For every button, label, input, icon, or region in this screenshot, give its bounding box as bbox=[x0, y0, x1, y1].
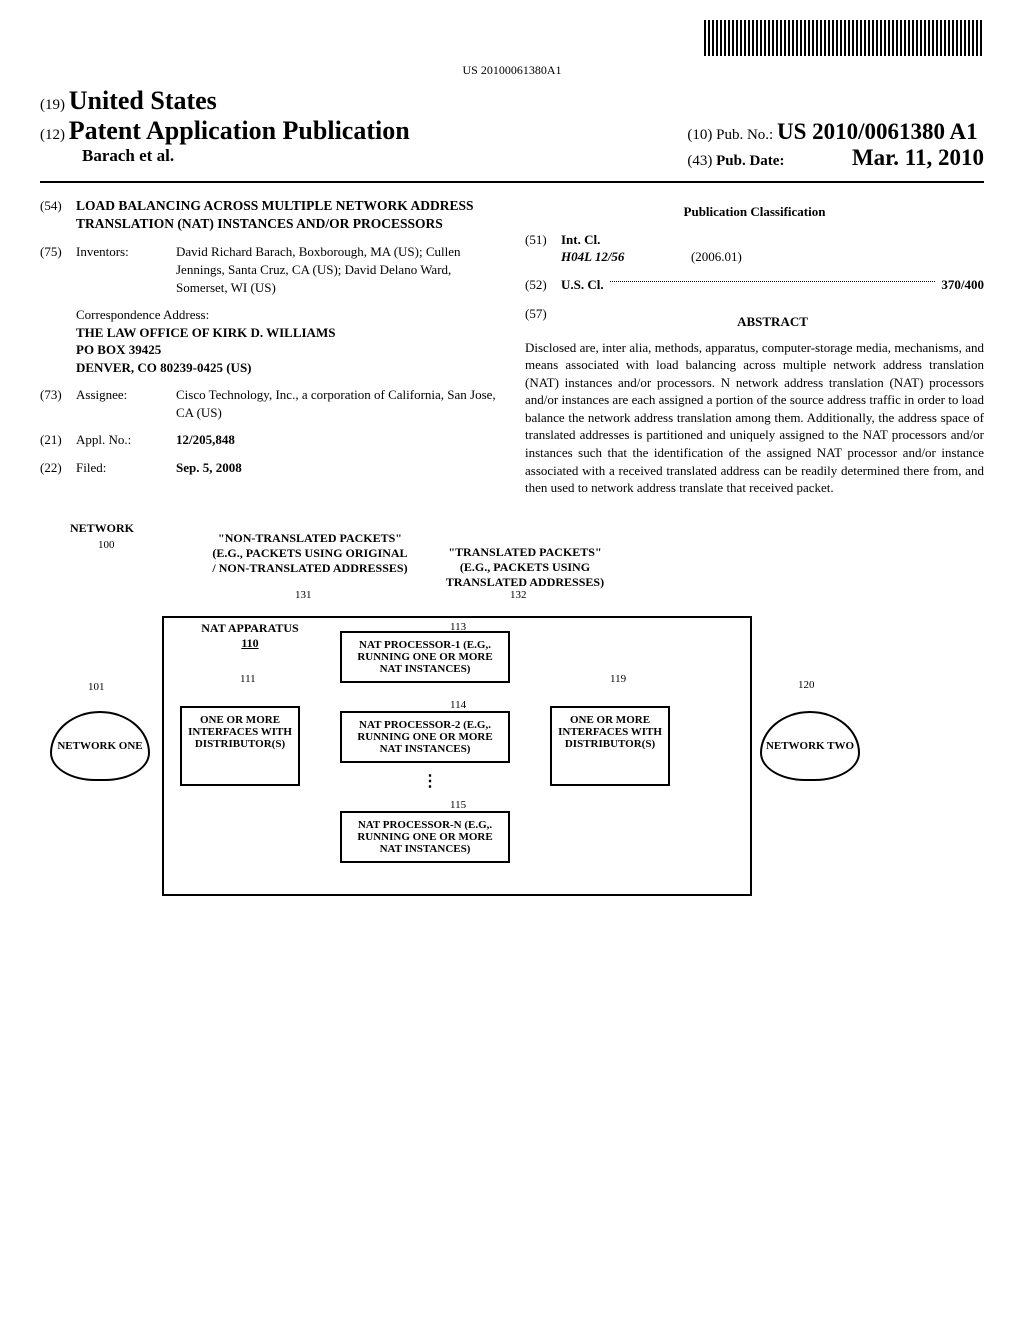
assignee-label: Assignee: bbox=[76, 386, 176, 421]
ref-115: 115 bbox=[450, 799, 466, 811]
nat-apparatus-label: NAT APPARATUS 110 bbox=[200, 621, 300, 651]
intcl-code: (51) bbox=[525, 231, 561, 266]
authors: Barach et al. bbox=[40, 146, 410, 166]
country-code: (19) bbox=[40, 97, 65, 113]
inventors: David Richard Barach, Boxborough, MA (US… bbox=[176, 243, 499, 296]
inventors-code: (75) bbox=[40, 243, 76, 296]
corr-label: Correspondence Address: bbox=[76, 306, 499, 324]
trans-label: "TRANSLATED PACKETS" (E.G., PACKETS USIN… bbox=[440, 545, 610, 590]
filed-code: (22) bbox=[40, 459, 76, 477]
assignee: Cisco Technology, Inc., a corporation of… bbox=[176, 386, 499, 421]
pubdate: Mar. 11, 2010 bbox=[852, 145, 984, 170]
ref-111: 111 bbox=[240, 673, 256, 685]
network-one-cloud: NETWORK ONE bbox=[50, 711, 150, 781]
right-column: Publication Classification (51) Int. Cl.… bbox=[525, 197, 984, 497]
ref-132: 132 bbox=[510, 589, 527, 601]
pubno: US 2010/0061380 A1 bbox=[777, 119, 978, 144]
figure: NETWORK 100 "NON-TRANSLATED PACKETS" (E.… bbox=[40, 521, 984, 921]
ref-119: 119 bbox=[610, 673, 626, 685]
network-two-cloud: NETWORK TWO bbox=[760, 711, 860, 781]
assignee-code: (73) bbox=[40, 386, 76, 421]
title: LOAD BALANCING ACROSS MULTIPLE NETWORK A… bbox=[76, 197, 499, 233]
abstract-heading: ABSTRACT bbox=[561, 313, 984, 331]
applno-label: Appl. No.: bbox=[76, 431, 176, 449]
ref-114: 114 bbox=[450, 699, 466, 711]
header: (19) United States (12) Patent Applicati… bbox=[40, 86, 984, 183]
pub-code: (12) bbox=[40, 127, 65, 143]
pubno-label: Pub. No.: bbox=[716, 127, 773, 143]
uscl-code: (52) bbox=[525, 276, 561, 294]
applno-code: (21) bbox=[40, 431, 76, 449]
barcode-icon bbox=[704, 20, 984, 56]
uscl-label: U.S. Cl. bbox=[561, 276, 604, 294]
uscl-value: 370/400 bbox=[941, 276, 984, 294]
barcode-text: US 20100061380A1 bbox=[40, 63, 984, 78]
ref-120: 120 bbox=[798, 679, 815, 691]
nontrans-label: "NON-TRANSLATED PACKETS" (E.G., PACKETS … bbox=[210, 531, 410, 576]
pubno-code: (10) bbox=[687, 127, 712, 143]
pubdate-code: (43) bbox=[687, 153, 712, 169]
natprocn: NAT PROCESSOR-N (E.G,. RUNNING ONE OR MO… bbox=[340, 811, 510, 863]
intcl-label: Int. Cl. bbox=[561, 231, 742, 249]
pub-type: Patent Application Publication bbox=[69, 116, 410, 145]
interfaces-left: ONE OR MORE INTERFACES WITH DISTRIBUTOR(… bbox=[180, 706, 300, 786]
body-columns: (54) LOAD BALANCING ACROSS MULTIPLE NETW… bbox=[40, 197, 984, 497]
filed: Sep. 5, 2008 bbox=[176, 459, 499, 477]
dots-leader bbox=[610, 281, 936, 282]
title-code: (54) bbox=[40, 197, 76, 233]
pub-line: (12) Patent Application Publication Bara… bbox=[40, 116, 984, 171]
inventors-label: Inventors: bbox=[76, 243, 176, 296]
country-line: (19) United States bbox=[40, 86, 984, 116]
ellipsis-icon: ⋮ bbox=[422, 771, 438, 791]
country-name: United States bbox=[69, 86, 217, 115]
pubdate-label: Pub. Date: bbox=[716, 153, 784, 169]
intcl-year: (2006.01) bbox=[691, 249, 742, 264]
network-label: NETWORK bbox=[70, 521, 134, 536]
abstract-text: Disclosed are, inter alia, methods, appa… bbox=[525, 339, 984, 497]
filed-label: Filed: bbox=[76, 459, 176, 477]
ref-100: 100 bbox=[98, 539, 115, 551]
interfaces-right: ONE OR MORE INTERFACES WITH DISTRIBUTOR(… bbox=[550, 706, 670, 786]
ref-131: 131 bbox=[295, 589, 312, 601]
corr-line3: DENVER, CO 80239-0425 (US) bbox=[76, 359, 499, 377]
intcl-class: H04L 12/56 bbox=[561, 249, 624, 264]
corr-line2: PO BOX 39425 bbox=[76, 341, 499, 359]
left-column: (54) LOAD BALANCING ACROSS MULTIPLE NETW… bbox=[40, 197, 499, 497]
barcode-block: US 20100061380A1 bbox=[40, 20, 984, 78]
applno: 12/205,848 bbox=[176, 431, 499, 449]
abstract-code: (57) bbox=[525, 305, 561, 339]
corr-line1: THE LAW OFFICE OF KIRK D. WILLIAMS bbox=[76, 324, 499, 342]
natproc1: NAT PROCESSOR-1 (E.G,. RUNNING ONE OR MO… bbox=[340, 631, 510, 683]
classification-heading: Publication Classification bbox=[525, 203, 984, 221]
natproc2: NAT PROCESSOR-2 (E.G,. RUNNING ONE OR MO… bbox=[340, 711, 510, 763]
ref-101: 101 bbox=[88, 681, 105, 693]
